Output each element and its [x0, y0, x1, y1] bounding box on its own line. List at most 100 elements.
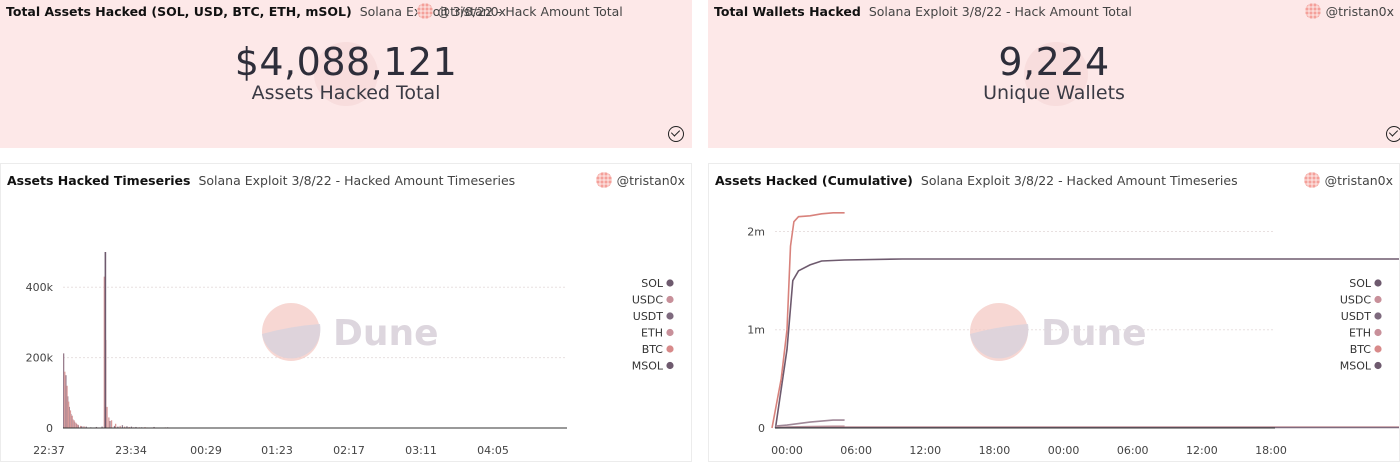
bar: [110, 420, 113, 428]
panel-subtitle[interactable]: Solana Exploit 3/8/22 - Hack Amount Tota…: [869, 4, 1132, 19]
legend-label-msol: MSOL: [1340, 360, 1372, 373]
bar: [104, 252, 107, 428]
x-tick-label: 12:00: [909, 444, 941, 457]
x-tick-label: 00:29: [190, 444, 222, 457]
bar: [71, 415, 73, 428]
legend-dot-msol: [1374, 361, 1382, 370]
bar: [69, 410, 72, 428]
y-tick-label: 0: [46, 422, 53, 435]
panel-header: Total Wallets Hacked Solana Exploit 3/8/2…: [714, 4, 1132, 19]
author-link[interactable]: @tristan0x: [416, 3, 506, 19]
author-name[interactable]: @tristan0x: [1326, 4, 1394, 19]
cumulative-chart: 0 1m 2m 00:00 06:00 12:00 18:00 00:00 06:00 12:00…: [747, 211, 1399, 457]
x-tick-label: 02:17: [333, 444, 365, 457]
author-name[interactable]: @tristan0x: [438, 4, 506, 19]
x-tick-label: 00:00: [1048, 444, 1080, 457]
legend-label-btc: BTC: [642, 343, 664, 356]
bar: [75, 422, 77, 428]
panel-header: Total Assets Hacked (SOL, USD, BTC, ETH,…: [6, 4, 623, 19]
counter-label: Assets Hacked Total: [251, 82, 441, 104]
panel-title[interactable]: Assets Hacked Timeseries: [7, 173, 190, 188]
panel-subtitle[interactable]: Solana Exploit 3/8/22 - Hacked Amount Ti…: [198, 173, 515, 188]
x-tick-label: 06:00: [840, 444, 872, 457]
x-tick-label: 01:23: [261, 444, 293, 457]
x-tick-label: 12:00: [1186, 444, 1218, 457]
legend-label-eth: ETH: [641, 327, 663, 340]
bar: [63, 353, 65, 428]
legend-dot-usdc: [666, 295, 674, 304]
total-assets-panel: Total Assets Hacked (SOL, USD, BTC, ETH,…: [0, 0, 692, 148]
counter-value: 9,224: [998, 40, 1110, 84]
author-link[interactable]: @tristan0x: [1303, 172, 1393, 188]
legend-dot-btc: [1374, 345, 1382, 353]
legend-dot-eth: [1374, 328, 1382, 337]
legend-label-sol: SOL: [1349, 277, 1372, 290]
x-tick-label: 18:00: [979, 444, 1011, 457]
legend-dot-usdc: [1374, 295, 1382, 304]
y-tick-label: 0: [758, 422, 765, 435]
y-tick-label: 400k: [26, 281, 54, 294]
cumulative-panel: Assets Hacked (Cumulative) Solana Exploit…: [708, 163, 1400, 462]
series-line-usdc: [771, 211, 845, 429]
legend-label-sol: SOL: [641, 277, 664, 290]
legend-dot-sol: [666, 279, 674, 287]
bar: [67, 401, 70, 428]
panel-subtitle[interactable]: Solana Exploit 3/8/22 - Hacked Amount Ti…: [921, 173, 1238, 188]
bar: [64, 371, 66, 428]
legend-dot-msol: [666, 361, 674, 370]
avatar-icon: [1303, 172, 1320, 188]
author-name[interactable]: @tristan0x: [617, 173, 685, 188]
panel-title[interactable]: Total Wallets Hacked: [714, 4, 861, 19]
legend-label-btc: BTC: [1350, 343, 1372, 356]
avatar-icon: [595, 172, 612, 188]
legend-dot-usdt: [666, 312, 674, 320]
timeseries-chart: 0 200k 400k 22:37 23:34 00:29 01:23 02:17 03:11 0…: [26, 252, 674, 457]
check-circle-icon: [1386, 126, 1400, 142]
y-tick-label: 200k: [26, 352, 54, 365]
avatar-icon: [416, 3, 433, 19]
bar: [108, 417, 110, 428]
x-tick-label: 03:11: [405, 444, 437, 457]
y-tick-label: 1m: [747, 324, 765, 337]
total-wallets-panel: Total Wallets Hacked Solana Exploit 3/8/2…: [708, 0, 1400, 148]
dune-watermark: Dune: [1041, 313, 1147, 354]
legend-label-eth: ETH: [1349, 327, 1371, 340]
legend-label-usdc: USDC: [632, 294, 664, 307]
avatar-icon: [1304, 3, 1321, 19]
dune-watermark: Dune: [333, 313, 439, 354]
timeseries-panel: Assets Hacked Timeseries Solana Exploit 3…: [0, 163, 692, 462]
bar: [66, 385, 68, 428]
bar: [73, 420, 75, 428]
panel-header: Assets Hacked Timeseries Solana Exploit 3…: [7, 173, 515, 188]
legend-label-usdt: USDT: [633, 310, 664, 323]
x-tick-label: 23:34: [115, 444, 147, 457]
bar: [65, 375, 67, 428]
x-tick-label: 06:00: [1117, 444, 1149, 457]
legend-dot-usdt: [1374, 312, 1382, 320]
check-circle-icon: [668, 126, 684, 142]
author-link[interactable]: @tristan0x: [1304, 3, 1394, 19]
author-name[interactable]: @tristan0x: [1325, 173, 1393, 188]
author-link[interactable]: @tristan0x: [595, 172, 685, 188]
counter-value: $4,088,121: [234, 40, 458, 84]
bar: [77, 424, 79, 428]
x-tick-label: 18:00: [1255, 444, 1287, 457]
legend-dot-eth: [666, 328, 674, 337]
panel-header: Assets Hacked (Cumulative) Solana Exploit…: [715, 173, 1238, 188]
bar: [106, 406, 108, 428]
counter-label: Unique Wallets: [983, 82, 1125, 104]
bar: [109, 420, 111, 428]
panel-title[interactable]: Total Assets Hacked (SOL, USD, BTC, ETH,…: [6, 4, 352, 19]
legend-label-usdt: USDT: [1341, 310, 1372, 323]
y-tick-label: 2m: [747, 225, 765, 238]
series-line-usdt: [775, 419, 845, 427]
legend-dot-btc: [666, 345, 674, 353]
x-tick-label: 22:37: [33, 444, 65, 457]
panel-title[interactable]: Assets Hacked (Cumulative): [715, 173, 913, 188]
legend-label-usdc: USDC: [1340, 294, 1372, 307]
legend-label-msol: MSOL: [632, 360, 664, 373]
bar: [114, 423, 117, 428]
x-tick-label: 04:05: [477, 444, 509, 457]
legend-dot-sol: [1374, 279, 1382, 287]
x-tick-label: 00:00: [771, 444, 803, 457]
